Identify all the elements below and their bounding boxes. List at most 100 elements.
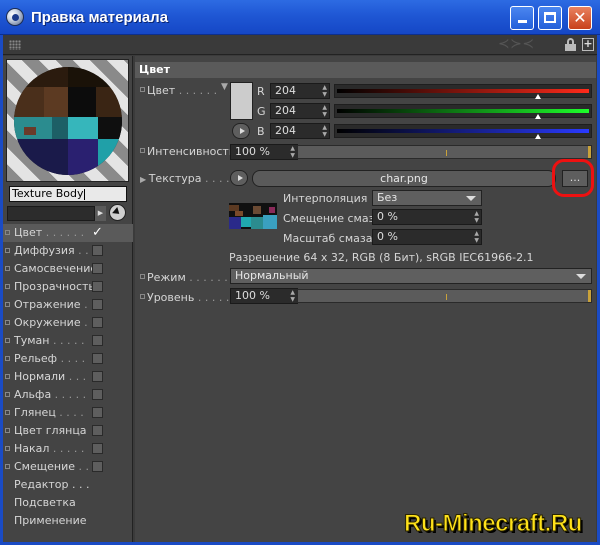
channel-label: Рельеф . . . . bbox=[14, 352, 86, 365]
texture-file-field[interactable]: char.png bbox=[252, 170, 556, 187]
channel-bullet bbox=[5, 428, 10, 433]
channel-extra-item[interactable]: Подсветка bbox=[3, 494, 133, 512]
r-slider-knob[interactable] bbox=[535, 94, 541, 99]
channel-checkbox[interactable] bbox=[92, 389, 103, 400]
channel-label: Цвет глянца bbox=[14, 424, 87, 437]
channel-bullet bbox=[5, 464, 10, 469]
cursor-picker-icon[interactable] bbox=[109, 204, 126, 221]
channel-item[interactable]: Отражение . . . bbox=[3, 296, 133, 314]
channel-checkbox[interactable] bbox=[92, 245, 103, 256]
channel-item[interactable]: Туман . . . . . bbox=[3, 332, 133, 350]
title-bar[interactable]: Правка материала ✕ bbox=[0, 0, 600, 35]
g-value-field[interactable]: 204 ▲ ▼ bbox=[270, 103, 330, 119]
channel-label: Диффузия . . . bbox=[14, 244, 96, 257]
b-slider[interactable] bbox=[334, 124, 592, 139]
channel-bullet bbox=[5, 410, 10, 415]
channel-checkbox[interactable] bbox=[92, 461, 103, 472]
channel-checkbox[interactable] bbox=[92, 317, 103, 328]
channel-label: Альфа . . . . . bbox=[14, 388, 87, 401]
texture-thumbnail[interactable] bbox=[229, 203, 277, 229]
b-value-field[interactable]: 204 ▲ ▼ bbox=[270, 123, 330, 139]
channel-item[interactable]: Рельеф . . . . bbox=[3, 350, 133, 368]
channel-bullet bbox=[5, 392, 10, 397]
channel-item[interactable]: Цвет глянца bbox=[3, 422, 133, 440]
channel-extra-item[interactable]: Редактор . . . bbox=[3, 476, 133, 494]
channel-label: Накал . . . . . bbox=[14, 442, 85, 455]
g-slider[interactable] bbox=[334, 104, 592, 119]
channel-item[interactable]: Диффузия . . . bbox=[3, 242, 133, 260]
channel-item[interactable]: Накал . . . . . bbox=[3, 440, 133, 458]
channel-checkbox[interactable] bbox=[92, 407, 103, 418]
scale-label: Масштаб смаза bbox=[283, 232, 373, 245]
texture-label: ▶ Текстура . . . . . bbox=[140, 172, 237, 185]
channel-extra-label: Подсветка bbox=[14, 496, 76, 509]
mode-dropdown[interactable]: Нормальный bbox=[230, 268, 592, 284]
color-expand-button[interactable] bbox=[232, 123, 250, 139]
grip-icon[interactable] bbox=[9, 40, 21, 50]
channel-checkbox[interactable] bbox=[92, 443, 103, 454]
g-slider-knob[interactable] bbox=[535, 114, 541, 119]
level-animate-bullet[interactable] bbox=[140, 294, 145, 299]
channel-item[interactable]: Нормали . . . bbox=[3, 368, 133, 386]
close-button[interactable]: ✕ bbox=[568, 6, 592, 30]
maximize-button[interactable] bbox=[538, 6, 562, 30]
channel-item[interactable]: Цвет . . . . . . ✓ bbox=[3, 224, 133, 242]
channel-item[interactable]: Окружение . . bbox=[3, 314, 133, 332]
level-field[interactable]: 100 % ▲ ▼ bbox=[230, 288, 298, 304]
r-slider[interactable] bbox=[334, 84, 592, 99]
new-window-icon[interactable]: + bbox=[582, 38, 594, 51]
channel-checkbox[interactable] bbox=[92, 371, 103, 382]
channel-label: Окружение . . bbox=[14, 316, 95, 329]
offset-field[interactable]: 0 % ▲ ▼ bbox=[372, 209, 482, 225]
minimize-button[interactable] bbox=[510, 6, 534, 30]
channel-item[interactable]: Глянец . . . . bbox=[3, 404, 133, 422]
channel-bullet bbox=[5, 230, 10, 235]
channel-item[interactable]: Самосвечение bbox=[3, 260, 133, 278]
material-preview[interactable] bbox=[6, 59, 129, 182]
watermark: Ru-Minecraft.Ru bbox=[404, 510, 583, 538]
channel-checkbox[interactable] bbox=[92, 299, 103, 310]
channel-bullet bbox=[5, 356, 10, 361]
section-header: Цвет bbox=[135, 62, 596, 78]
channel-checkbox[interactable] bbox=[92, 425, 103, 436]
mode-animate-bullet[interactable] bbox=[140, 274, 145, 279]
color-label: Цвет . . . . . . bbox=[147, 84, 218, 97]
channel-label: Цвет . . . . . . bbox=[14, 226, 85, 239]
intensity-animate-bullet[interactable] bbox=[140, 148, 145, 153]
color-swatch[interactable] bbox=[230, 82, 253, 120]
channel-item[interactable]: Прозрачность bbox=[3, 278, 133, 296]
scale-field[interactable]: 0 % ▲ ▼ bbox=[372, 229, 482, 245]
b-slider-knob[interactable] bbox=[535, 134, 541, 139]
checkmark-icon[interactable]: ✓ bbox=[92, 226, 103, 239]
highlight-annotation bbox=[552, 159, 594, 197]
channel-checkbox[interactable] bbox=[92, 263, 103, 274]
lock-icon[interactable] bbox=[565, 38, 576, 51]
channel-label: Отражение . . . bbox=[14, 298, 102, 311]
channel-checkbox[interactable] bbox=[92, 335, 103, 346]
channel-checkbox[interactable] bbox=[92, 353, 103, 364]
color-mode-dropdown-icon[interactable]: ▼ bbox=[221, 82, 228, 92]
channel-list: Цвет . . . . . . ✓ Диффузия . . . Самосвече… bbox=[3, 224, 133, 530]
channel-bullet bbox=[5, 302, 10, 307]
channel-bullet bbox=[5, 338, 10, 343]
channel-bullet bbox=[5, 284, 10, 289]
interpolation-label: Интерполяция bbox=[283, 192, 368, 205]
color-animate-bullet[interactable] bbox=[140, 87, 145, 92]
material-name-field[interactable]: Texture Body bbox=[9, 186, 127, 202]
intensity-slider[interactable] bbox=[297, 145, 592, 159]
interpolation-dropdown[interactable]: Без bbox=[372, 190, 482, 206]
channel-extra-item[interactable]: Применение bbox=[3, 512, 133, 530]
window-title: Правка материала bbox=[31, 9, 169, 26]
r-value-field[interactable]: 204 ▲ ▼ bbox=[270, 83, 330, 99]
play-arrow-icon[interactable]: ▶ bbox=[95, 206, 106, 221]
mode-label: Режим . . . . . . . bbox=[147, 271, 235, 284]
level-slider[interactable] bbox=[297, 289, 592, 303]
channel-label: Нормали . . . bbox=[14, 370, 87, 383]
intensity-slider-fill bbox=[588, 146, 591, 158]
channel-item[interactable]: Альфа . . . . . bbox=[3, 386, 133, 404]
channel-item[interactable]: Смещение . . bbox=[3, 458, 133, 476]
channel-checkbox[interactable] bbox=[92, 281, 103, 292]
texture-menu-button[interactable] bbox=[230, 170, 248, 186]
intensity-field[interactable]: 100 % ▲ ▼ bbox=[230, 144, 298, 160]
channel-group-select[interactable] bbox=[7, 206, 95, 221]
